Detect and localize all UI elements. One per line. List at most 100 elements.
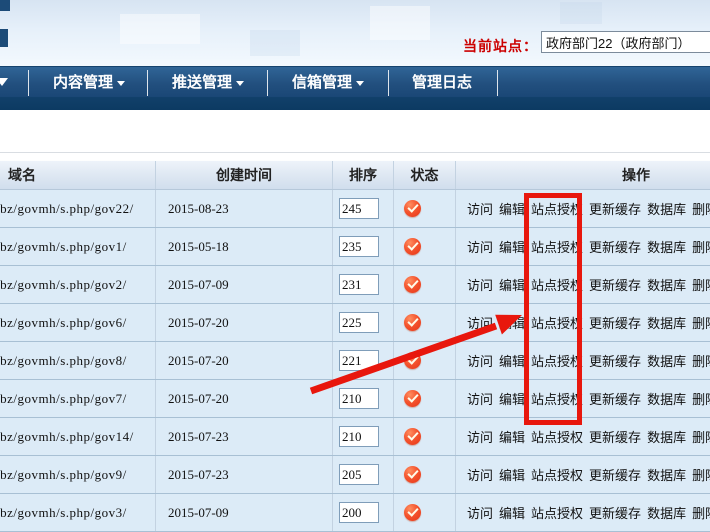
sort-cell — [333, 190, 394, 227]
created-date-cell: 2015-05-18 — [156, 228, 333, 265]
nav-item-push-management[interactable]: 推送管理 — [158, 67, 258, 98]
sort-order-input[interactable] — [339, 426, 379, 447]
nav-item-mailbox-management[interactable]: 信箱管理 — [278, 67, 378, 98]
action-link-数据库[interactable]: 数据库 — [647, 275, 686, 294]
action-link-编辑[interactable]: 编辑 — [499, 199, 525, 218]
action-link-编辑[interactable]: 编辑 — [499, 465, 525, 484]
actions-cell: 访问编辑站点授权更新缓存数据库删除 — [456, 228, 710, 265]
action-link-更新缓存[interactable]: 更新缓存 — [589, 465, 641, 484]
sort-cell — [333, 494, 394, 531]
table-row: /bz/govmh/s.php/gov7/ 2015-07-20 访问编辑站点授… — [0, 380, 710, 418]
action-link-数据库[interactable]: 数据库 — [647, 313, 686, 332]
status-enabled-check-icon[interactable] — [404, 428, 421, 445]
table-row: /bz/govmh/s.php/gov6/ 2015-07-20 访问编辑站点授… — [0, 304, 710, 342]
action-link-数据库[interactable]: 数据库 — [647, 465, 686, 484]
action-link-删除[interactable]: 删除 — [692, 427, 710, 446]
action-link-编辑[interactable]: 编辑 — [499, 389, 525, 408]
sort-order-input[interactable] — [339, 464, 379, 485]
action-link-更新缓存[interactable]: 更新缓存 — [589, 237, 641, 256]
action-link-更新缓存[interactable]: 更新缓存 — [589, 427, 641, 446]
status-enabled-check-icon[interactable] — [404, 390, 421, 407]
action-link-编辑[interactable]: 编辑 — [499, 351, 525, 370]
action-link-编辑[interactable]: 编辑 — [499, 313, 525, 332]
domain-cell: /bz/govmh/s.php/gov9/ — [0, 456, 156, 493]
action-link-数据库[interactable]: 数据库 — [647, 351, 686, 370]
topbar: 当前站点： — [0, 0, 710, 66]
action-link-访问[interactable]: 访问 — [467, 199, 493, 218]
current-site-select[interactable] — [541, 31, 710, 53]
action-link-站点授权[interactable]: 站点授权 — [531, 389, 583, 408]
action-link-访问[interactable]: 访问 — [467, 465, 493, 484]
action-link-站点授权[interactable]: 站点授权 — [531, 237, 583, 256]
status-enabled-check-icon[interactable] — [404, 352, 421, 369]
status-enabled-check-icon[interactable] — [404, 504, 421, 521]
action-link-站点授权[interactable]: 站点授权 — [531, 503, 583, 522]
action-link-删除[interactable]: 删除 — [692, 313, 710, 332]
action-link-更新缓存[interactable]: 更新缓存 — [589, 351, 641, 370]
column-header-actions: 操作 — [456, 161, 710, 189]
action-link-数据库[interactable]: 数据库 — [647, 389, 686, 408]
action-link-删除[interactable]: 删除 — [692, 275, 710, 294]
action-link-编辑[interactable]: 编辑 — [499, 237, 525, 256]
action-link-数据库[interactable]: 数据库 — [647, 237, 686, 256]
action-link-站点授权[interactable]: 站点授权 — [531, 351, 583, 370]
sort-cell — [333, 380, 394, 417]
action-link-站点授权[interactable]: 站点授权 — [531, 275, 583, 294]
sort-order-input[interactable] — [339, 502, 379, 523]
sort-order-input[interactable] — [339, 350, 379, 371]
sort-order-input[interactable] — [339, 236, 379, 257]
action-link-访问[interactable]: 访问 — [467, 313, 493, 332]
action-link-删除[interactable]: 删除 — [692, 503, 710, 522]
sort-cell — [333, 342, 394, 379]
action-link-访问[interactable]: 访问 — [467, 237, 493, 256]
action-link-站点授权[interactable]: 站点授权 — [531, 199, 583, 218]
action-link-更新缓存[interactable]: 更新缓存 — [589, 313, 641, 332]
table-header-row: 域名 创建时间 排序 状态 操作 — [0, 160, 710, 190]
action-link-删除[interactable]: 删除 — [692, 237, 710, 256]
action-link-数据库[interactable]: 数据库 — [647, 503, 686, 522]
action-link-编辑[interactable]: 编辑 — [499, 503, 525, 522]
sort-order-input[interactable] — [339, 274, 379, 295]
action-link-数据库[interactable]: 数据库 — [647, 427, 686, 446]
action-link-更新缓存[interactable]: 更新缓存 — [589, 389, 641, 408]
action-link-访问[interactable]: 访问 — [467, 351, 493, 370]
action-link-更新缓存[interactable]: 更新缓存 — [589, 503, 641, 522]
caret-down-icon[interactable] — [0, 78, 8, 92]
caret-down-icon — [117, 81, 125, 90]
nav-item-content-management[interactable]: 内容管理 — [39, 67, 139, 98]
action-link-访问[interactable]: 访问 — [467, 389, 493, 408]
action-link-编辑[interactable]: 编辑 — [499, 427, 525, 446]
action-link-访问[interactable]: 访问 — [467, 503, 493, 522]
status-enabled-check-icon[interactable] — [404, 314, 421, 331]
created-date-cell: 2015-07-09 — [156, 494, 333, 531]
sort-order-input[interactable] — [339, 312, 379, 333]
action-link-删除[interactable]: 删除 — [692, 351, 710, 370]
action-link-更新缓存[interactable]: 更新缓存 — [589, 275, 641, 294]
action-link-站点授权[interactable]: 站点授权 — [531, 465, 583, 484]
action-link-更新缓存[interactable]: 更新缓存 — [589, 199, 641, 218]
background-pattern — [250, 30, 300, 56]
action-link-站点授权[interactable]: 站点授权 — [531, 427, 583, 446]
sort-order-input[interactable] — [339, 388, 379, 409]
action-link-删除[interactable]: 删除 — [692, 389, 710, 408]
current-site-label: 当前站点： — [463, 36, 538, 56]
status-enabled-check-icon[interactable] — [404, 238, 421, 255]
sort-cell — [333, 418, 394, 455]
action-link-编辑[interactable]: 编辑 — [499, 275, 525, 294]
table-row: /bz/govmh/s.php/gov22/ 2015-08-23 访问编辑站点… — [0, 190, 710, 228]
action-link-删除[interactable]: 删除 — [692, 465, 710, 484]
action-link-删除[interactable]: 删除 — [692, 199, 710, 218]
nav-item-admin-log[interactable]: 管理日志 — [397, 67, 487, 98]
status-enabled-check-icon[interactable] — [404, 466, 421, 483]
action-link-站点授权[interactable]: 站点授权 — [531, 313, 583, 332]
status-enabled-check-icon[interactable] — [404, 200, 421, 217]
action-link-数据库[interactable]: 数据库 — [647, 199, 686, 218]
sort-order-input[interactable] — [339, 198, 379, 219]
status-enabled-check-icon[interactable] — [404, 276, 421, 293]
nav-item-label: 推送管理 — [172, 74, 232, 91]
action-link-访问[interactable]: 访问 — [467, 427, 493, 446]
domain-cell: /bz/govmh/s.php/gov22/ — [0, 190, 156, 227]
created-date-cell: 2015-08-23 — [156, 190, 333, 227]
action-link-访问[interactable]: 访问 — [467, 275, 493, 294]
domain-cell: /bz/govmh/s.php/gov3/ — [0, 494, 156, 531]
